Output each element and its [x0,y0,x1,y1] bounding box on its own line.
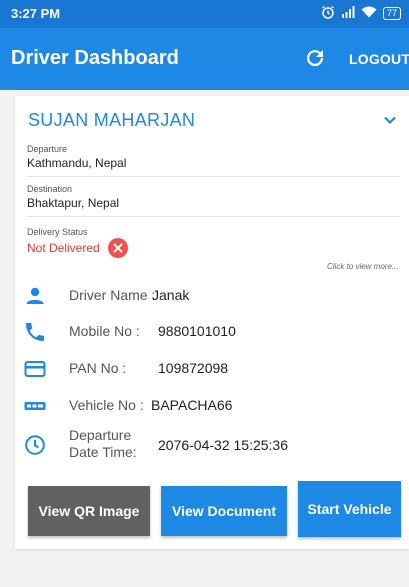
pan-row: PAN No : 109872098 [23,353,393,385]
destination-field: Destination Bhaktapur, Nepal [27,184,400,217]
alarm-icon [321,5,335,22]
view-more-link[interactable]: Click to view more... [327,262,399,271]
departure-time-label: Departure Date Time: [69,427,137,460]
mobile-label: Mobile No : [69,323,140,339]
vehicle-value: BAPACHA66 [151,397,233,413]
view-qr-button[interactable]: View QR Image [28,486,150,536]
destination-label: Destination [27,184,73,194]
signal-icon [341,6,355,21]
departure-value: Kathmandu, Nepal [27,156,127,170]
departure-time-row: Departure Date Time: 2076-04-32 15:25:36 [23,424,393,466]
departure-time-value: 2076-04-32 15:25:36 [158,437,288,453]
vehicle-plate-icon [23,394,47,418]
refresh-icon[interactable] [303,46,327,70]
departure-label: Departure [27,144,68,154]
delivery-status-label: Delivery Status [27,227,88,237]
pan-value: 109872098 [158,360,229,376]
vehicle-row: Vehicle No : BAPACHA66 [23,390,393,422]
close-circle-icon [108,238,129,258]
status-bar: 3:27 PM 77 [0,0,409,28]
person-icon [23,284,47,308]
driver-name-value: Janak [152,287,190,303]
status-time: 3:27 PM [11,6,61,21]
driver-name-row: Driver Name : Janak [23,280,393,312]
driver-name-label: Driver Name : [69,287,156,303]
vehicle-label: Vehicle No : [69,397,144,413]
chevron-down-icon[interactable] [382,112,398,128]
page-title: Driver Dashboard [11,47,179,69]
driver-card: SUJAN MAHARJAN Departure Kathmandu, Nepa… [15,96,409,549]
delivery-status-value: Not Delivered [27,241,100,255]
mobile-row: Mobile No : 9880101010 [23,316,393,348]
departure-field: Departure Kathmandu, Nepal [27,144,400,177]
status-icons: 77 [321,5,401,22]
clock-icon [23,433,47,457]
phone-icon [23,320,47,344]
driver-card-name: SUJAN MAHARJAN [28,110,196,130]
wifi-icon [361,6,377,21]
app-bar: Driver Dashboard LOGOUT [0,28,409,90]
destination-value: Bhaktapur, Nepal [27,196,120,210]
pan-label: PAN No : [69,360,127,376]
battery-icon: 77 [382,7,401,20]
card-icon [23,357,47,381]
delivery-status: Delivery Status Not Delivered [27,227,129,258]
start-vehicle-button[interactable]: Start Vehicle [298,481,401,537]
view-document-button[interactable]: View Document [161,486,287,536]
mobile-value: 9880101010 [158,323,236,339]
logout-button[interactable]: LOGOUT [349,51,409,67]
